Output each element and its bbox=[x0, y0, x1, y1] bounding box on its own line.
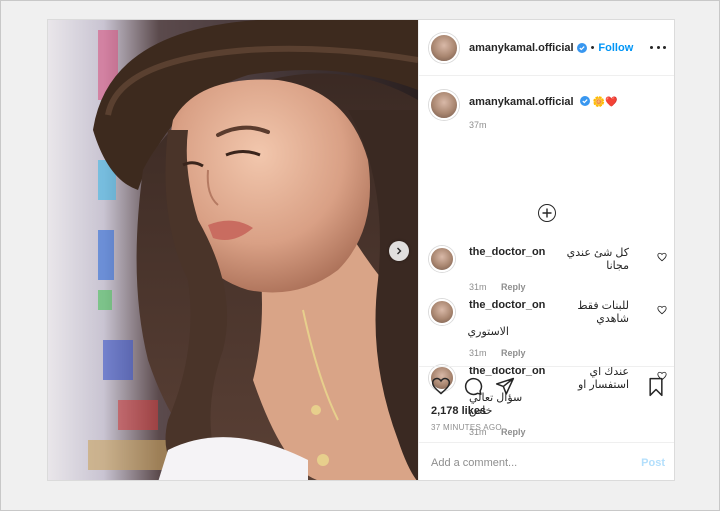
instagram-post: amanykamal.official • Follow amanykamal.… bbox=[47, 19, 675, 481]
browser-frame: amanykamal.official • Follow amanykamal.… bbox=[0, 0, 720, 511]
post-header: amanykamal.official • Follow bbox=[419, 20, 674, 76]
comment-item: the_doctor_on للبنات فقط شاهدي الاستوري … bbox=[429, 299, 669, 358]
likes-count[interactable]: 2,178 likes bbox=[431, 405, 665, 417]
paper-plane-icon[interactable] bbox=[495, 376, 515, 396]
plus-circle-icon bbox=[542, 208, 552, 218]
commenter-username[interactable]: the_doctor_on bbox=[469, 299, 545, 325]
comment-icon[interactable] bbox=[463, 376, 483, 396]
bookmark-icon[interactable] bbox=[647, 377, 665, 397]
comment-age[interactable]: 31m bbox=[469, 348, 487, 358]
follow-button[interactable]: Follow bbox=[598, 42, 633, 54]
caption-avatar[interactable] bbox=[429, 90, 459, 120]
portrait-image bbox=[48, 20, 418, 480]
caption: amanykamal.official 🌼❤️ 37m bbox=[429, 90, 666, 130]
separator-dot: • bbox=[590, 41, 595, 54]
comment-text: للبنات فقط شاهدي bbox=[577, 300, 629, 325]
post-timestamp[interactable]: 37 MINUTES AGO bbox=[431, 423, 665, 432]
caption-text: 🌼❤️ bbox=[592, 97, 618, 108]
comment-text: كل شئ عندي مجانا bbox=[566, 247, 629, 272]
add-comment-input[interactable] bbox=[431, 456, 642, 469]
post-side-panel: amanykamal.official • Follow amanykamal.… bbox=[418, 20, 674, 480]
commenter-username[interactable]: the_doctor_on bbox=[469, 246, 545, 272]
verified-badge-icon bbox=[579, 96, 590, 106]
comment-like-heart-icon[interactable] bbox=[657, 252, 667, 262]
add-comment-bar: Post bbox=[419, 442, 674, 480]
reply-button[interactable]: Reply bbox=[501, 282, 526, 292]
comment-like-heart-icon[interactable] bbox=[657, 305, 667, 315]
heart-icon[interactable] bbox=[431, 376, 451, 396]
caption-username[interactable]: amanykamal.official bbox=[469, 96, 574, 108]
commenter-avatar[interactable] bbox=[429, 299, 455, 325]
post-photo[interactable] bbox=[48, 20, 418, 480]
verified-badge-icon bbox=[576, 42, 587, 53]
author-username[interactable]: amanykamal.official bbox=[469, 42, 574, 54]
caption-age[interactable]: 37m bbox=[469, 120, 618, 130]
comment-item: the_doctor_on كل شئ عندي مجانا 31m Reply bbox=[429, 246, 669, 292]
commenter-avatar[interactable] bbox=[429, 246, 455, 272]
comments-section: amanykamal.official 🌼❤️ 37m the_doctor_o… bbox=[419, 76, 674, 437]
comment-text-continued: الاستوري bbox=[467, 326, 509, 338]
more-options-icon[interactable] bbox=[650, 40, 666, 54]
carousel-next-button[interactable] bbox=[389, 241, 409, 261]
load-more-comments-button[interactable] bbox=[538, 204, 556, 222]
chevron-right-icon bbox=[397, 247, 402, 255]
reply-button[interactable]: Reply bbox=[501, 348, 526, 358]
post-comment-button[interactable]: Post bbox=[641, 457, 665, 469]
author-avatar[interactable] bbox=[429, 32, 459, 63]
comment-age[interactable]: 31m bbox=[469, 282, 487, 292]
